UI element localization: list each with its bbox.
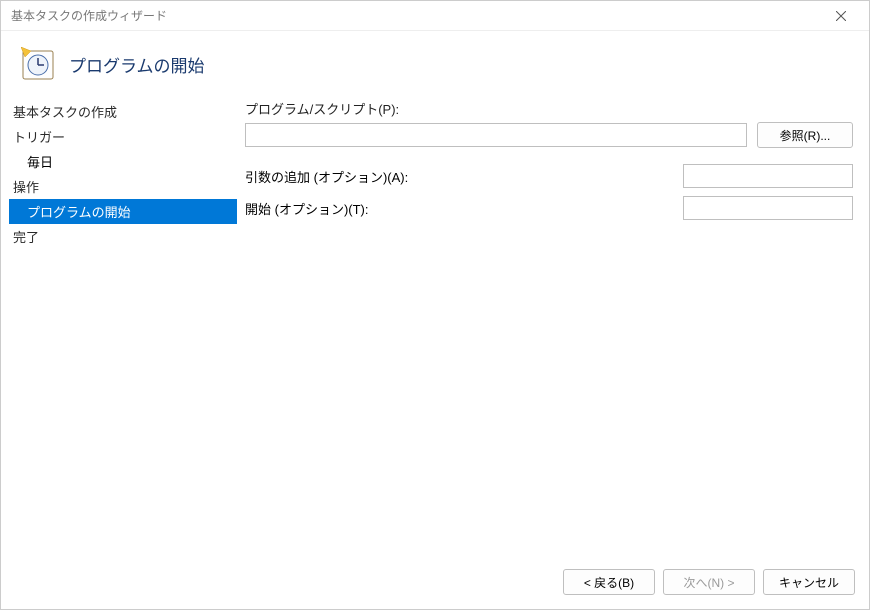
- sidebar-item-action[interactable]: 操作: [9, 174, 237, 199]
- next-button[interactable]: 次へ(N) >: [663, 569, 755, 595]
- page-title: プログラムの開始: [69, 52, 205, 77]
- program-script-input[interactable]: [245, 123, 747, 147]
- browse-button[interactable]: 参照(R)...: [757, 122, 853, 148]
- sidebar-item-start-program[interactable]: プログラムの開始: [9, 199, 237, 224]
- window-title: 基本タスクの作成ウィザード: [11, 7, 167, 24]
- startin-label: 開始 (オプション)(T):: [245, 199, 368, 218]
- form-area: プログラム/スクリプト(P): 参照(R)... 引数の追加 (オプション)(A…: [237, 99, 861, 559]
- sidebar: 基本タスクの作成 トリガー 毎日 操作 プログラムの開始 完了: [9, 99, 237, 559]
- clock-icon: [21, 47, 55, 81]
- sidebar-item-trigger[interactable]: トリガー: [9, 124, 237, 149]
- header: プログラムの開始: [1, 31, 869, 99]
- footer: < 戻る(B) 次へ(N) > キャンセル: [1, 559, 869, 609]
- content: 基本タスクの作成 トリガー 毎日 操作 プログラムの開始 完了 プログラム/スク…: [1, 99, 869, 559]
- close-button[interactable]: [821, 2, 861, 30]
- cancel-button[interactable]: キャンセル: [763, 569, 855, 595]
- back-button[interactable]: < 戻る(B): [563, 569, 655, 595]
- sidebar-item-daily[interactable]: 毎日: [9, 149, 237, 174]
- sidebar-item-create-task[interactable]: 基本タスクの作成: [9, 99, 237, 124]
- close-icon: [836, 8, 846, 24]
- titlebar: 基本タスクの作成ウィザード: [1, 1, 869, 31]
- startin-input[interactable]: [683, 196, 853, 220]
- sidebar-item-finish[interactable]: 完了: [9, 224, 237, 249]
- program-script-label: プログラム/スクリプト(P):: [245, 99, 853, 118]
- arguments-label: 引数の追加 (オプション)(A):: [245, 167, 408, 186]
- arguments-input[interactable]: [683, 164, 853, 188]
